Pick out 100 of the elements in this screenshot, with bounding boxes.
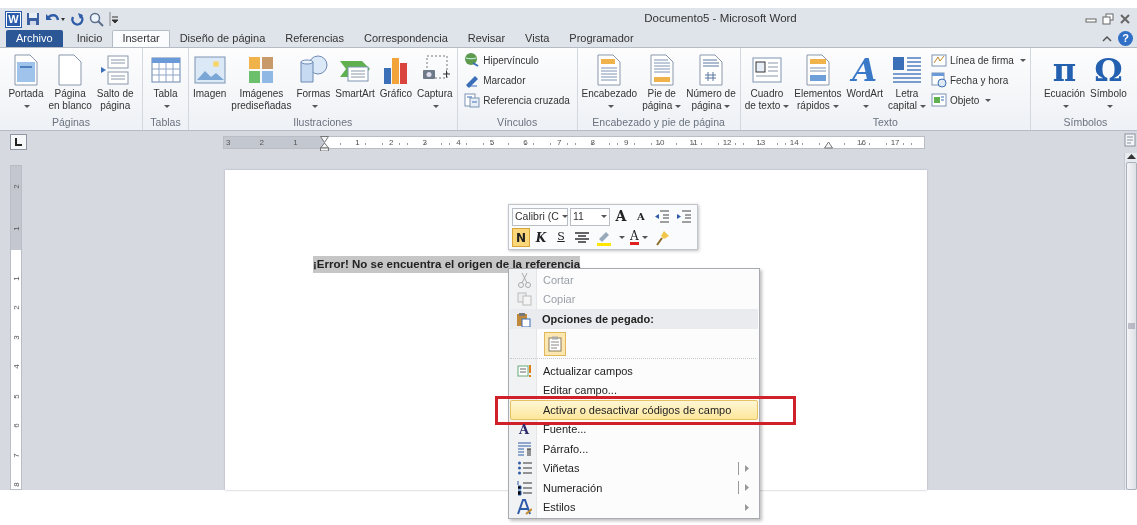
group-label: Encabezado y pie de página: [591, 116, 726, 130]
bold-button[interactable]: N: [512, 228, 530, 247]
ribbon-tab[interactable]: Inicio: [66, 30, 113, 47]
calendar-clock-icon: [930, 72, 947, 88]
ribbon-tab[interactable]: Programador: [559, 30, 644, 47]
symbol-icon: π: [1052, 53, 1077, 87]
ribbon-button[interactable]: Línea de firma: [928, 51, 1028, 69]
ruler-number: 11: [689, 136, 698, 149]
ribbon-button[interactable]: Número de página: [684, 50, 738, 114]
ribbon-button[interactable]: Letra capital: [886, 50, 928, 114]
paragraph-icon: [516, 440, 532, 457]
ribbon-tab[interactable]: Insertar: [112, 30, 170, 47]
center-align-icon[interactable]: [574, 229, 590, 246]
save-icon[interactable]: [26, 12, 40, 26]
footer-icon: [648, 54, 675, 86]
ruler-number: 7: [556, 136, 562, 149]
indent-marker-icon[interactable]: [320, 135, 329, 151]
file-tab[interactable]: Archivo: [6, 30, 63, 47]
ruler-number: 14: [789, 136, 799, 149]
copy-icon: [516, 291, 532, 308]
shapes-icon: [297, 54, 330, 86]
caret-icon: [641, 236, 648, 239]
ribbon-button[interactable]: Fecha y hora: [928, 71, 1028, 89]
ruler-number: 16: [857, 136, 866, 149]
page-break-icon: [100, 54, 131, 86]
styles-icon: [516, 499, 532, 516]
font-size-field[interactable]: 11: [570, 207, 610, 226]
decrease-indent-icon[interactable]: [654, 208, 670, 225]
restore-icon[interactable]: [1102, 13, 1114, 25]
italic-button[interactable]: K: [532, 228, 550, 247]
menu-heading: Opciones de pegado:: [541, 311, 654, 327]
ribbon-button[interactable]: Cuadro de texto: [742, 50, 792, 114]
ribbon-button[interactable]: Marcador: [462, 71, 572, 89]
ruler-number: 1: [11, 275, 21, 281]
quick-parts-icon: [804, 54, 831, 86]
ruler-number: 2: [11, 305, 21, 310]
font-color-button[interactable]: A: [627, 228, 651, 247]
ribbon-button[interactable]: Salto de página: [94, 50, 136, 114]
ribbon-tab[interactable]: Referencias: [275, 30, 354, 47]
menu-item[interactable]: A Fuente...: [510, 419, 758, 439]
ribbon-button[interactable]: A WordArt: [844, 50, 886, 114]
cover-page-icon: [12, 54, 39, 86]
ribbon-button[interactable]: Imágenes prediseñadas: [229, 50, 294, 114]
font-name-field[interactable]: Calibri (C: [512, 207, 568, 226]
ruler-number: 5: [11, 393, 21, 399]
ribbon-button[interactable]: Gráfico: [377, 50, 414, 102]
menu-item[interactable]: Editar campo...: [510, 380, 758, 400]
ribbon-button[interactable]: Referencia cruzada: [462, 91, 572, 109]
header-icon: [596, 54, 623, 86]
ribbon-button[interactable]: Objeto: [928, 91, 1028, 109]
menu-item[interactable]: Actualizar campos: [510, 361, 758, 381]
ruler-number: 1: [355, 136, 360, 149]
format-painter-icon[interactable]: [654, 229, 671, 246]
collapse-ribbon-icon[interactable]: [1102, 34, 1112, 43]
menu-item[interactable]: Numeración: [510, 478, 758, 498]
ruler-number: 3: [226, 136, 231, 149]
ribbon-button[interactable]: Portada: [6, 50, 46, 114]
object-icon: [930, 92, 947, 108]
increase-indent-icon[interactable]: [676, 208, 692, 225]
ribbon-button[interactable]: Hipervínculo: [462, 51, 572, 69]
group-label: Páginas: [51, 116, 91, 130]
ribbon-button[interactable]: Tabla: [148, 50, 183, 114]
tab-selector-icon[interactable]: [10, 134, 27, 150]
shrink-font-button[interactable]: A: [632, 207, 650, 226]
ribbon-button[interactable]: Elementos rápidos: [792, 50, 844, 114]
ribbon-button[interactable]: π Ecuación: [1041, 50, 1088, 114]
underline-button[interactable]: S: [552, 228, 570, 247]
ribbon-button[interactable]: SmartArt: [333, 50, 377, 102]
group-label: Ilustraciones: [292, 116, 354, 130]
ribbon-tab[interactable]: Revisar: [457, 30, 516, 47]
ribbon-button[interactable]: Formas: [294, 50, 333, 114]
menu-item[interactable]: Estilos: [510, 497, 758, 517]
ruler-number: 5: [489, 136, 495, 149]
menu-item[interactable]: Viñetas: [510, 458, 758, 478]
ruler-number: 4: [11, 364, 21, 369]
ruler-number: 9: [624, 136, 629, 149]
ruler-number: 4: [456, 136, 461, 149]
ruler-number: 3: [11, 334, 21, 340]
ribbon-button[interactable]: Ω Símbolo: [1088, 50, 1129, 114]
ribbon-tab[interactable]: Vista: [515, 30, 560, 47]
ribbon-button[interactable]: Encabezado: [579, 50, 640, 114]
scroll-up-icon[interactable]: [1126, 153, 1136, 159]
app-logo[interactable]: W: [6, 11, 21, 27]
ribbon-button[interactable]: Captura: [415, 50, 455, 114]
grow-font-button[interactable]: A: [612, 207, 630, 226]
magnifier-icon[interactable]: [89, 11, 104, 27]
ribbon-tab[interactable]: Diseño de página: [169, 30, 276, 47]
redo-icon[interactable]: [70, 12, 84, 26]
menu-item[interactable]: Activar o desactivar códigos de campo: [510, 400, 758, 420]
menu-item[interactable]: Párrafo...: [510, 439, 758, 459]
ribbon-button[interactable]: Imagen: [191, 50, 229, 102]
ribbon-button[interactable]: Página en blanco: [46, 50, 94, 114]
customize-caret-icon[interactable]: [109, 12, 118, 26]
page-number-icon: [697, 54, 724, 86]
caret-icon: [561, 215, 568, 218]
ribbon-tab[interactable]: Correspondencia: [354, 30, 458, 47]
ribbon-button[interactable]: Pie de página: [640, 50, 684, 114]
ruler-number: 2: [259, 136, 265, 149]
close-icon[interactable]: [1119, 13, 1131, 25]
help-icon[interactable]: ?: [1118, 31, 1133, 46]
